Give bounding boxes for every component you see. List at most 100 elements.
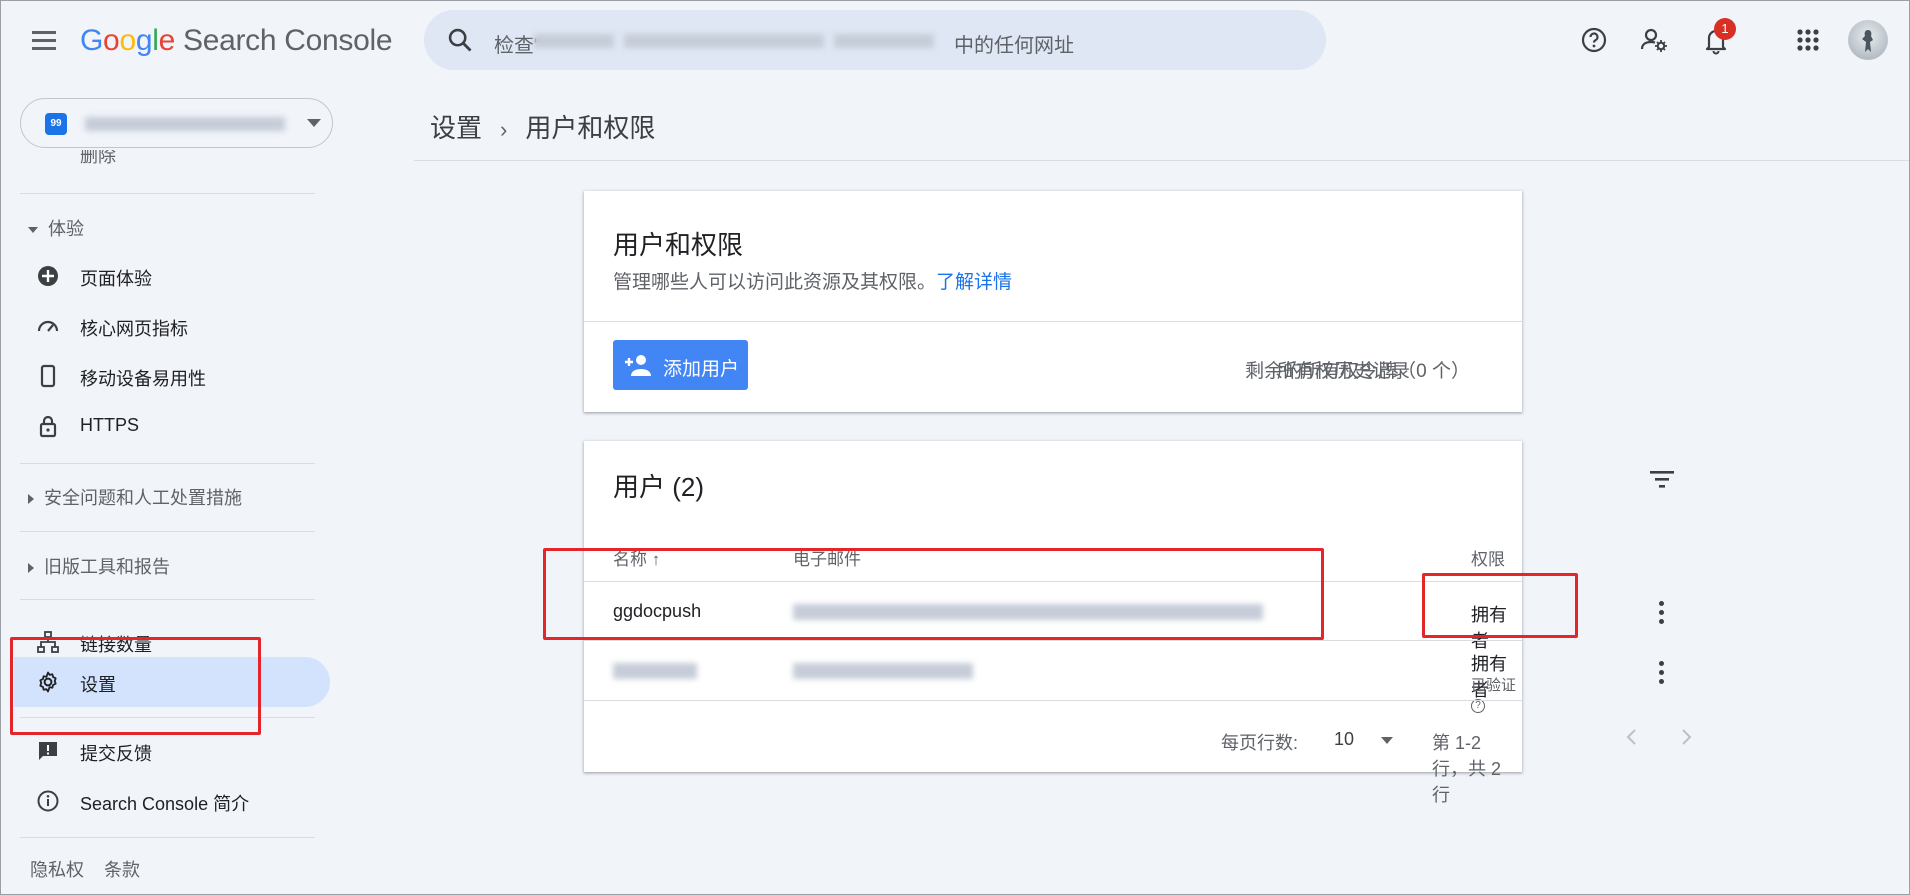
sidebar-item-removals-partial[interactable]: 删除 [38,150,116,164]
sidebar-divider [20,837,315,838]
users-card: 用户 (2) 名称 ↑ 电子邮件 权限 ggdocpush 拥有者 拥有者 已验… [584,441,1692,805]
chevron-right-icon: › [500,117,508,142]
redacted-property-name [85,117,285,131]
breadcrumb-current: 用户和权限 [525,113,656,143]
terms-link[interactable]: 条款 [104,860,140,880]
card-description: 管理哪些人可以访问此资源及其权限。了解详情 [613,267,1012,294]
sidebar-item-mobile-usability[interactable]: 移动设备易用性 [0,351,330,401]
card-divider [584,321,1522,322]
links-icon [37,631,59,653]
footer-links: 隐私权 条款 [30,856,160,882]
user-permission: 拥有者 [1471,605,1507,651]
row-divider [584,640,1522,641]
expand-arrow-icon [28,227,38,234]
sidebar-divider [20,531,315,532]
section-security-header[interactable]: 安全问题和人工处置措施 [28,484,242,510]
property-selector[interactable]: 99 [20,98,333,148]
verified-status: 已验证 ? [1471,674,1522,713]
sidebar-item-core-web-vitals[interactable]: 核心网页指标 [0,301,330,351]
card-title: 用户 (2) [613,472,705,502]
search-icon [448,28,472,52]
sidebar-item-settings[interactable]: 设置 [14,657,330,707]
app-logo[interactable]: Google Search Console [80,24,393,58]
search-placeholder-suffix: 中的任何网址 [954,35,1074,57]
privacy-link[interactable]: 隐私权 [30,860,84,880]
sidebar-item-label: 删除 [80,150,116,164]
sidebar-divider [20,463,315,464]
redacted-text [534,34,614,48]
column-label: 名称 [613,550,647,569]
next-page-icon[interactable] [1674,725,1698,749]
add-user-button[interactable]: 添加用户 [613,340,748,390]
redacted-email [793,604,1263,620]
google-apps-grid-icon[interactable] [1790,22,1826,58]
redacted-email [793,663,973,679]
top-bar: Google Search Console 检查“ 中的任何网址 1 [0,0,1910,82]
section-label: 安全问题和人工处置措施 [44,488,242,508]
more-options-icon[interactable] [1658,661,1666,687]
rows-per-page-value: 10 [1334,729,1355,749]
url-inspection-search[interactable]: 检查“ 中的任何网址 [424,10,1326,70]
section-legacy-header[interactable]: 旧版工具和报告 [28,553,170,579]
property-favicon: 99 [45,113,67,135]
info-icon [37,790,59,812]
filter-icon[interactable] [1647,467,1677,491]
google-logo: Google [80,24,175,57]
rows-per-page-label: 每页行数: [1221,733,1299,753]
add-user-label: 添加用户 [663,359,740,380]
admin-settings-icon[interactable] [1636,22,1672,58]
column-header-name[interactable]: 名称 ↑ [613,545,660,570]
sidebar-divider [20,717,315,718]
redacted-name [613,663,697,679]
phone-icon [40,364,56,388]
help-circle-icon[interactable]: ? [1471,699,1485,713]
dropdown-arrow-icon [1381,736,1394,744]
breadcrumb-parent[interactable]: 设置 [430,113,482,143]
account-avatar[interactable] [1848,20,1888,60]
column-header-email: 电子邮件 [793,550,861,569]
description-text: 管理哪些人可以访问此资源及其权限。 [613,272,937,293]
user-name: ggdocpush [613,601,702,621]
pagination-range: 第 1-2 行，共 2 行 [1432,733,1502,805]
page-experience-icon [38,266,58,286]
add-person-icon [625,355,651,376]
expand-arrow-icon [28,494,34,505]
learn-more-link[interactable]: 了解详情 [936,272,1012,293]
expand-arrow-icon [28,563,34,574]
sidebar-item-about[interactable]: Search Console 简介 [0,776,330,826]
sort-arrow-icon: ↑ [651,550,661,569]
hamburger-menu-icon[interactable] [28,26,62,56]
row-divider [584,581,1522,582]
ownership-tokens-link[interactable]: 剩余的所有权令牌（0 个） [1245,356,1470,383]
sidebar-item-label: 页面体验 [80,269,152,289]
rows-per-page-select[interactable]: 10 [1334,729,1394,750]
help-icon[interactable] [1576,22,1612,58]
sidebar-item-label: 链接数量 [80,635,152,655]
feedback-icon [39,742,57,760]
gear-icon [39,671,57,693]
verified-label: 已验证 [1471,677,1517,694]
column-header-permission: 权限 [1471,550,1505,569]
speed-gauge-icon [37,320,59,332]
sidebar-divider [20,599,315,600]
sidebar-item-label: 移动设备易用性 [80,369,206,389]
previous-page-icon[interactable] [1620,725,1644,749]
section-experience-header[interactable]: 体验 [28,215,84,241]
redacted-text [624,34,824,48]
sidebar-item-label: 核心网页指标 [80,319,188,339]
breadcrumb: 设置 › 用户和权限 [430,108,655,145]
section-label: 旧版工具和报告 [44,557,170,577]
sidebar-divider [20,193,315,194]
sidebar-item-label: HTTPS [80,415,140,435]
header-divider [414,160,1910,161]
sidebar-item-https[interactable]: HTTPS [0,401,330,451]
sidebar-item-feedback[interactable]: 提交反馈 [0,726,330,776]
more-options-icon[interactable] [1658,601,1666,627]
app-title: Search Console [182,24,393,57]
lock-icon [39,415,57,438]
notification-count-badge: 1 [1714,18,1736,40]
sidebar-item-page-experience[interactable]: 页面体验 [0,251,330,301]
card-title: 用户和权限 [613,230,744,260]
permissions-card: 用户和权限 管理哪些人可以访问此资源及其权限。了解详情 添加用户 所有权历史记录… [584,191,1522,412]
redacted-text [834,34,934,48]
